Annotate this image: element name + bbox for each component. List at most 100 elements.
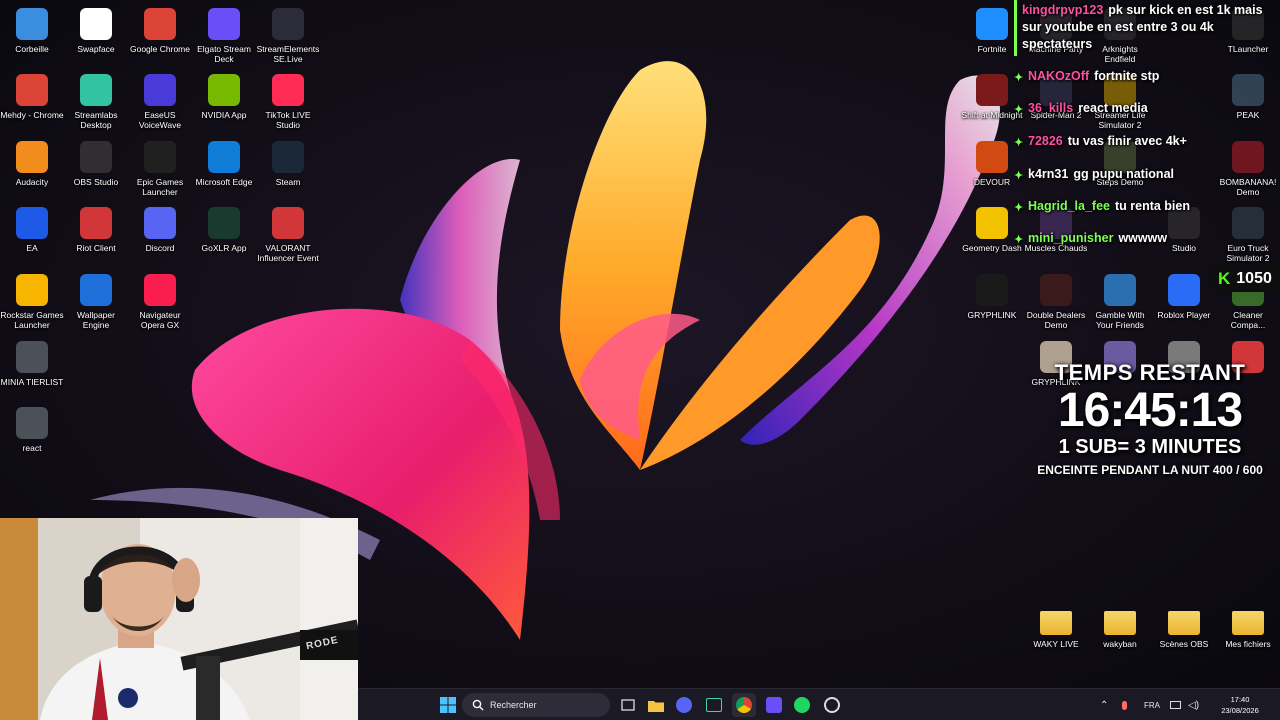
chat-text: react media bbox=[1078, 101, 1148, 115]
microphone-icon bbox=[1122, 700, 1127, 710]
tray-language[interactable]: FRA bbox=[1144, 689, 1160, 720]
desktop-icon-label: Double Dealers Demo bbox=[1026, 310, 1086, 330]
taskbar-goxlr[interactable] bbox=[702, 693, 726, 717]
taskbar-chrome[interactable] bbox=[732, 693, 756, 717]
desktop-icon-ea[interactable]: EA bbox=[0, 203, 64, 253]
chat-highlight-bar bbox=[1014, 0, 1017, 56]
desktop-icon-corbeille[interactable]: Corbeille bbox=[0, 4, 64, 54]
chat-message: ✦ NAKOzOff fortnite stp bbox=[1014, 68, 1280, 85]
chat-message: ✦ 36_kills react media bbox=[1014, 100, 1280, 117]
desktop-icon-label: Roblox Player bbox=[1157, 310, 1211, 320]
search-icon bbox=[472, 699, 484, 711]
chat-username: kingdrpvp123 bbox=[1022, 3, 1104, 17]
game-icon bbox=[1104, 274, 1136, 306]
desktop-icon-label: Mes fichiers bbox=[1225, 639, 1271, 649]
chat-username: 36_kills bbox=[1028, 101, 1074, 115]
desktop-icon-label: Google Chrome bbox=[129, 44, 190, 54]
desktop-icon-easeus-voicewave[interactable]: EaseUS VoiceWave bbox=[128, 70, 192, 130]
desktop-icon-react[interactable]: react bbox=[0, 403, 64, 453]
tray-volume[interactable]: ◁) bbox=[1188, 689, 1199, 720]
desktop-icon-label: EaseUS VoiceWave bbox=[138, 110, 182, 130]
desktop-icon-microsoft-edge[interactable]: Microsoft Edge bbox=[192, 137, 256, 187]
desktop-icon-epic-games-launcher[interactable]: Epic Games Launcher bbox=[128, 137, 192, 197]
desktop-icon-label: Mehdy - Chrome bbox=[0, 110, 64, 120]
desktop-icon-sc-nes-obs[interactable]: Scènes OBS bbox=[1152, 603, 1216, 649]
taskbar-spotify[interactable] bbox=[790, 693, 814, 717]
fortnite-icon bbox=[976, 8, 1008, 40]
desktop-icon-label: Wallpaper Engine bbox=[77, 310, 115, 330]
desktop-icon-streamelements-se-live[interactable]: StreamElements SE.Live bbox=[256, 4, 320, 64]
chat-message: ✦ mini_punisher wwwww bbox=[1014, 230, 1280, 247]
desktop-icon-discord[interactable]: Discord bbox=[128, 203, 192, 253]
folder-icon bbox=[1232, 611, 1264, 635]
desktop-icon-gryphlink[interactable]: GRYPHLINK bbox=[960, 270, 1024, 320]
discord-icon bbox=[144, 207, 176, 239]
desktop-icon-navigateur-opera-gx[interactable]: Navigateur Opera GX bbox=[128, 270, 192, 330]
taskbar: Rechercher ⌃ FRA ◁) 17:40 23/08/2026 bbox=[358, 688, 1280, 720]
desktop-icon-label: Swapface bbox=[77, 44, 115, 54]
streamelements-icon bbox=[824, 697, 840, 713]
spotify-icon bbox=[794, 697, 810, 713]
network-icon bbox=[1170, 701, 1181, 709]
desktop-icon-streamlabs-desktop[interactable]: Streamlabs Desktop bbox=[64, 70, 128, 130]
steam-icon bbox=[272, 141, 304, 173]
taskbar-search[interactable]: Rechercher bbox=[462, 693, 610, 717]
desktop-icon-mehdy-chrome[interactable]: Mehdy - Chrome bbox=[0, 70, 64, 120]
audacity-icon bbox=[16, 141, 48, 173]
desktop-icon-waky-live[interactable]: WAKY LIVE bbox=[1024, 603, 1088, 649]
task-view-button[interactable] bbox=[616, 693, 640, 717]
desktop-icon-label: GoXLR App bbox=[201, 243, 247, 253]
desktop-icon-swapface[interactable]: Swapface bbox=[64, 4, 128, 54]
chrome-icon bbox=[144, 8, 176, 40]
chat-text: wwwww bbox=[1118, 231, 1168, 245]
start-button[interactable] bbox=[436, 693, 460, 717]
chat-username: mini_punisher bbox=[1028, 231, 1114, 245]
search-label: Rechercher bbox=[490, 700, 537, 710]
desktop-icon-tiktok-live-studio[interactable]: TikTok LIVE Studio bbox=[256, 70, 320, 130]
subscriber-badge-icon: ✦ bbox=[1014, 202, 1024, 214]
riot-icon bbox=[80, 207, 112, 239]
desktop-icon-obs-studio[interactable]: OBS Studio bbox=[64, 137, 128, 187]
desktop-icon-roblox-player[interactable]: Roblox Player bbox=[1152, 270, 1216, 320]
tray-microphone[interactable] bbox=[1122, 689, 1127, 720]
desktop-icon-wakyban[interactable]: wakyban bbox=[1088, 603, 1152, 649]
desktop-icon-riot-client[interactable]: Riot Client bbox=[64, 203, 128, 253]
desktop-icon-label: Streamlabs Desktop bbox=[74, 110, 118, 130]
obs-icon bbox=[80, 141, 112, 173]
stream-deck-icon bbox=[208, 8, 240, 40]
tray-network[interactable] bbox=[1170, 689, 1181, 720]
volume-icon: ◁) bbox=[1188, 699, 1200, 711]
desktop-icon-double-dealers-demo[interactable]: Double Dealers Demo bbox=[1024, 270, 1088, 330]
taskbar-stream-deck[interactable] bbox=[762, 693, 786, 717]
desktop-icon-wallpaper-engine[interactable]: Wallpaper Engine bbox=[64, 270, 128, 330]
chat-username: 72826 bbox=[1028, 134, 1063, 148]
devour-icon bbox=[976, 141, 1008, 173]
desktop-icon-label: Discord bbox=[145, 243, 175, 253]
desktop-icon-nvidia-app[interactable]: NVIDIA App bbox=[192, 70, 256, 120]
desktop-icon-label: DEVOUR bbox=[973, 177, 1011, 187]
taskbar-file-explorer[interactable] bbox=[644, 693, 668, 717]
desktop-icon-steam[interactable]: Steam bbox=[256, 137, 320, 187]
desktop-icon-elgato-stream-deck[interactable]: Elgato Stream Deck bbox=[192, 4, 256, 64]
desktop-icon-goxlr-app[interactable]: GoXLR App bbox=[192, 203, 256, 253]
game-icon bbox=[1040, 274, 1072, 306]
desktop-icon-google-chrome[interactable]: Google Chrome bbox=[128, 4, 192, 54]
taskbar-clock[interactable]: 17:40 23/08/2026 bbox=[1210, 694, 1270, 716]
chat-message: ✦ Hagrid_la_fee tu renta bien bbox=[1014, 198, 1280, 215]
desktop-icon-mes-fichiers[interactable]: Mes fichiers bbox=[1216, 603, 1280, 649]
taskbar-streamelements[interactable] bbox=[820, 693, 844, 717]
desktop-icon-valorant-influencer-event[interactable]: VALORANT Influencer Event bbox=[256, 203, 320, 263]
thumbnail-icon bbox=[16, 407, 48, 439]
folder-icon bbox=[1040, 611, 1072, 635]
desktop-icon-audacity[interactable]: Audacity bbox=[0, 137, 64, 187]
epic-games-icon bbox=[144, 141, 176, 173]
chat-text: fortnite stp bbox=[1094, 69, 1160, 83]
desktop-icon-rockstar-games-launcher[interactable]: Rockstar Games Launcher bbox=[0, 270, 64, 330]
windows-icon bbox=[440, 697, 456, 713]
taskbar-discord[interactable] bbox=[672, 693, 696, 717]
chrome-icon bbox=[736, 697, 752, 713]
subscriber-badge-icon: ✦ bbox=[1014, 72, 1024, 84]
desktop-icon-minia-tierlist[interactable]: MINIA TIERLIST bbox=[0, 337, 64, 387]
tray-overflow-button[interactable]: ⌃ bbox=[1100, 689, 1108, 720]
desktop-icon-gamble-with-your-friends[interactable]: Gamble With Your Friends bbox=[1088, 270, 1152, 330]
